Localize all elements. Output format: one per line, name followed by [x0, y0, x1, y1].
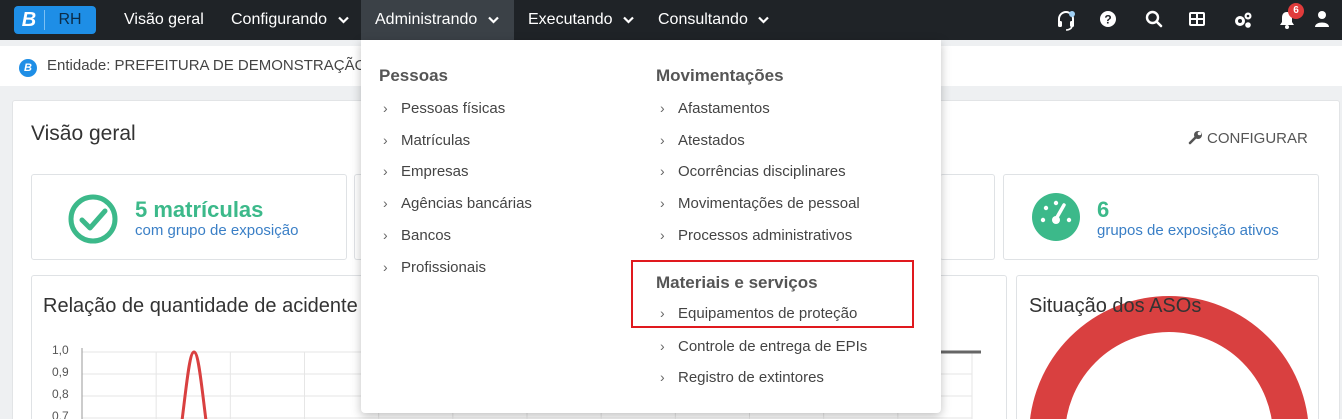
menu-item-label: Processos administrativos: [678, 227, 853, 244]
nav-label: Administrando: [375, 11, 478, 29]
settings-icon[interactable]: [1232, 10, 1252, 30]
y-tick-label: 0,8: [52, 387, 69, 401]
menu-item-atestados[interactable]: › Atestados: [660, 132, 745, 149]
menu-item-label: Ocorrências disciplinares: [678, 163, 846, 180]
help-icon[interactable]: ?: [1099, 10, 1119, 30]
menu-item-label: Registro de extintores: [678, 369, 824, 386]
menu-item-label: Profissionais: [401, 259, 487, 276]
nav-administrando[interactable]: Administrando: [361, 0, 514, 40]
chevron-down-icon: [623, 0, 634, 40]
y-tick-label: 0,9: [52, 365, 69, 379]
menu-item-afastamentos[interactable]: › Afastamentos: [660, 100, 770, 117]
menu-heading-pessoas: Pessoas: [379, 66, 448, 85]
gauge-icon: [1031, 192, 1081, 246]
stat-description: com grupo de exposição: [135, 222, 299, 239]
logo-text: RH: [44, 6, 96, 34]
menu-item-ocorrencias-disciplinares[interactable]: › Ocorrências disciplinares: [660, 163, 846, 180]
menu-heading-movimentacoes: Movimentações: [656, 66, 784, 85]
stat-card-hidden-right: [940, 174, 995, 260]
nav-label: Consultando: [658, 11, 748, 29]
stat-card-grupos[interactable]: 6 grupos de exposição ativos: [1003, 174, 1319, 260]
menu-item-label: Atestados: [678, 132, 745, 149]
menu-item-registro-extintores[interactable]: › Registro de extintores: [660, 369, 824, 386]
menu-item-agencias-bancarias[interactable]: › Agências bancárias: [383, 195, 532, 212]
chevron-right-icon: ›: [660, 227, 665, 243]
check-circle-icon: [67, 193, 119, 249]
svg-text:?: ?: [1104, 13, 1111, 27]
nav-visao-geral[interactable]: Visão geral: [110, 0, 218, 40]
chevron-right-icon: ›: [383, 163, 388, 179]
chevron-down-icon: [487, 0, 499, 40]
user-icon[interactable]: [1314, 10, 1334, 30]
configure-label: CONFIGURAR: [1207, 130, 1308, 147]
menu-item-label: Bancos: [401, 227, 452, 244]
entity-logo-icon: B: [19, 59, 37, 77]
chevron-right-icon: ›: [660, 163, 665, 179]
nav-consultando[interactable]: Consultando: [644, 0, 783, 40]
chevron-right-icon: ›: [383, 195, 388, 211]
wrench-icon: [1188, 130, 1207, 147]
stat-card-matriculas[interactable]: 5 matrículas com grupo de exposição: [31, 174, 347, 260]
chevron-right-icon: ›: [383, 100, 388, 116]
entity-label[interactable]: Entidade: PREFEITURA DE DEMONSTRAÇÃO: [47, 57, 366, 74]
menu-item-matriculas[interactable]: › Matrículas: [383, 132, 470, 149]
highlight-box: [631, 260, 914, 328]
configure-button[interactable]: CONFIGURAR: [1188, 130, 1308, 147]
menu-item-label: Controle de entrega de EPIs: [678, 338, 868, 355]
menu-item-controle-entrega-epis[interactable]: › Controle de entrega de EPIs: [660, 338, 867, 355]
chevron-right-icon: ›: [660, 369, 665, 385]
nav-executando[interactable]: Executando: [514, 0, 648, 40]
chevron-right-icon: ›: [383, 132, 388, 148]
stat-description: grupos de exposição ativos: [1097, 222, 1279, 239]
stat-value: 5 matrículas: [135, 197, 264, 222]
menu-item-label: Pessoas físicas: [401, 100, 506, 117]
menu-item-label: Afastamentos: [678, 100, 770, 117]
series-line: [180, 350, 208, 419]
search-icon[interactable]: [1145, 10, 1165, 30]
nav-configurando[interactable]: Configurando: [217, 0, 363, 40]
headset-icon[interactable]: [1055, 10, 1075, 31]
accidents-panel-title: Relação de quantidade de acidente: [43, 295, 358, 317]
menu-item-processos-administrativos[interactable]: › Processos administrativos: [660, 227, 852, 244]
nav-label: Executando: [528, 11, 613, 29]
stat-value: 6: [1097, 197, 1110, 222]
menu-item-empresas[interactable]: › Empresas: [383, 163, 469, 180]
chevron-right-icon: ›: [660, 132, 665, 148]
nav-label: Visão geral: [124, 11, 204, 28]
chevron-down-icon: [758, 0, 770, 40]
chevron-right-icon: ›: [383, 227, 388, 243]
notification-badge: 6: [1288, 3, 1304, 19]
chevron-down-icon: [337, 0, 349, 40]
logo-letter: B: [14, 6, 44, 34]
menu-item-pessoas-fisicas[interactable]: › Pessoas físicas: [383, 100, 505, 117]
menu-item-movimentacoes-pessoal[interactable]: › Movimentações de pessoal: [660, 195, 860, 212]
app-logo[interactable]: B RH: [14, 6, 96, 34]
y-tick-label: 0,7: [52, 409, 69, 419]
apps-grid-icon[interactable]: [1188, 10, 1208, 30]
menu-item-label: Matrículas: [401, 132, 471, 149]
menu-item-profissionais[interactable]: › Profissionais: [383, 259, 486, 276]
page-title: Visão geral: [31, 122, 136, 145]
menu-item-label: Empresas: [401, 163, 469, 180]
chevron-right-icon: ›: [660, 195, 665, 211]
nav-label: Configurando: [231, 11, 328, 29]
y-tick-label: 1,0: [52, 343, 69, 357]
top-navbar: B RH Visão geral Configurando Administra…: [0, 0, 1342, 40]
aso-panel-title: Situação dos ASOs: [1029, 295, 1202, 317]
chevron-right-icon: ›: [660, 100, 665, 116]
menu-item-label: Agências bancárias: [401, 195, 532, 212]
chevron-right-icon: ›: [383, 259, 388, 275]
menu-item-bancos[interactable]: › Bancos: [383, 227, 451, 244]
menu-item-label: Movimentações de pessoal: [678, 195, 860, 212]
chevron-right-icon: ›: [660, 338, 665, 354]
